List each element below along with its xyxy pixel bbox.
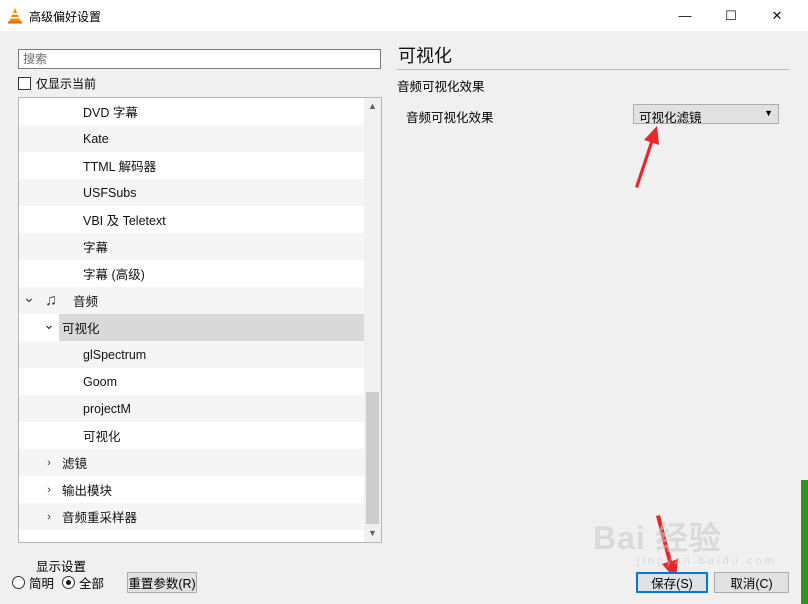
tree-item-label: TTML 解码器 xyxy=(83,160,157,174)
tree-item[interactable]: › 滤镜 xyxy=(19,449,364,476)
tree-item[interactable]: ⌄ ♫ 音频 xyxy=(19,287,364,314)
tree-item[interactable]: Kate xyxy=(19,125,364,152)
maximize-button[interactable]: ☐ xyxy=(708,0,754,31)
tree-item[interactable]: DVD 字幕 xyxy=(19,98,364,125)
tree-list: DVD 字幕 Kate TTML 解码器 USFSubs VBI 及 Teletext 字… xyxy=(19,98,364,530)
expand-right-icon[interactable]: › xyxy=(43,484,55,496)
close-button[interactable]: ✕ xyxy=(754,0,800,31)
settings-tree[interactable]: DVD 字幕 Kate TTML 解码器 USFSubs VBI 及 Teletext 字… xyxy=(18,97,382,543)
tree-item[interactable]: Goom xyxy=(19,368,364,395)
title-bar: 高级偏好设置 — ☐ ✕ xyxy=(0,0,808,31)
close-icon: ✕ xyxy=(771,7,783,23)
watermark: Bai 经验 jingyan.baidu.com xyxy=(593,520,777,567)
expand-down-icon[interactable]: ⌄ xyxy=(23,289,35,306)
annotation-arrow-icon xyxy=(635,126,659,188)
tree-item[interactable]: USFSubs xyxy=(19,179,364,206)
only-current-checkbox[interactable] xyxy=(18,77,31,90)
tree-item-label: VBI 及 Teletext xyxy=(83,214,166,228)
tree-item-label: 滤镜 xyxy=(62,457,88,471)
tree-item[interactable]: TTML 解码器 xyxy=(19,152,364,179)
tree-item[interactable]: › 输出模块 xyxy=(19,476,364,503)
tree-item[interactable]: ⌄ 可视化 xyxy=(19,314,364,341)
tree-item-label: 音频重采样器 xyxy=(62,511,138,525)
section-heading: 音频可视化效果 xyxy=(397,80,485,94)
window-title: 高级偏好设置 xyxy=(29,10,102,24)
tree-item[interactable]: 字幕 (高级) xyxy=(19,260,364,287)
tree-item-label: DVD 字幕 xyxy=(83,106,138,120)
vlc-cone-icon xyxy=(8,8,22,24)
tree-item-label: projectM xyxy=(83,401,131,416)
expand-right-icon[interactable]: › xyxy=(43,511,55,523)
tree-item[interactable]: projectM xyxy=(19,395,364,422)
expand-right-icon[interactable]: › xyxy=(43,457,55,469)
music-note-icon: ♫ xyxy=(45,291,57,309)
maximize-icon: ☐ xyxy=(725,7,737,23)
cancel-button[interactable]: 取消(C) xyxy=(714,572,789,593)
visualization-effect-label: 音频可视化效果 xyxy=(406,111,494,125)
tree-item-label: 字幕 xyxy=(83,241,109,255)
tree-item-label: 可视化 xyxy=(83,430,121,444)
visualization-effect-select[interactable]: 可视化滤镜 ▼ xyxy=(633,104,779,125)
tree-scrollbar[interactable]: ▲ ▼ xyxy=(364,98,381,542)
display-mode-group: 简明 全部 xyxy=(12,573,104,592)
expand-down-icon[interactable]: ⌄ xyxy=(43,316,55,333)
tree-item-label: Kate xyxy=(83,131,109,146)
tree-item[interactable]: › 音频重采样器 xyxy=(19,503,364,530)
scroll-thumb[interactable] xyxy=(366,392,379,524)
scroll-down-icon[interactable]: ▼ xyxy=(364,525,381,542)
title-divider xyxy=(397,69,789,70)
only-current-label: 仅显示当前 xyxy=(36,77,97,91)
save-button[interactable]: 保存(S) xyxy=(636,572,708,593)
tree-item-label: 可视化 xyxy=(62,322,100,336)
tree-item-label: 字幕 (高级) xyxy=(83,268,145,282)
simple-radio[interactable] xyxy=(12,576,25,589)
tree-item[interactable]: VBI 及 Teletext xyxy=(19,206,364,233)
reset-button[interactable]: 重置参数(R) xyxy=(127,572,197,593)
chevron-down-icon: ▼ xyxy=(764,108,773,118)
tree-item-label: glSpectrum xyxy=(83,347,147,362)
tree-item[interactable]: 可视化 xyxy=(19,422,364,449)
scroll-up-icon[interactable]: ▲ xyxy=(364,98,381,115)
minimize-icon: — xyxy=(678,8,692,23)
search-input[interactable] xyxy=(18,49,381,69)
tree-item-label: 音频 xyxy=(73,295,99,309)
tree-item[interactable]: glSpectrum xyxy=(19,341,364,368)
simple-label: 简明 xyxy=(29,577,55,591)
tree-item-label: USFSubs xyxy=(83,185,137,200)
minimize-button[interactable]: — xyxy=(662,0,708,31)
panel-title: 可视化 xyxy=(398,46,452,66)
background-window-edge xyxy=(801,480,808,604)
only-current-checkbox-row[interactable]: 仅显示当前 xyxy=(18,75,96,92)
tree-item[interactable]: 字幕 xyxy=(19,233,364,260)
tree-item-label: Goom xyxy=(83,374,118,389)
all-radio[interactable] xyxy=(62,576,76,589)
visualization-effect-value: 可视化滤镜 xyxy=(639,111,702,125)
tree-item-label: 输出模块 xyxy=(62,484,113,498)
all-label: 全部 xyxy=(79,577,105,591)
